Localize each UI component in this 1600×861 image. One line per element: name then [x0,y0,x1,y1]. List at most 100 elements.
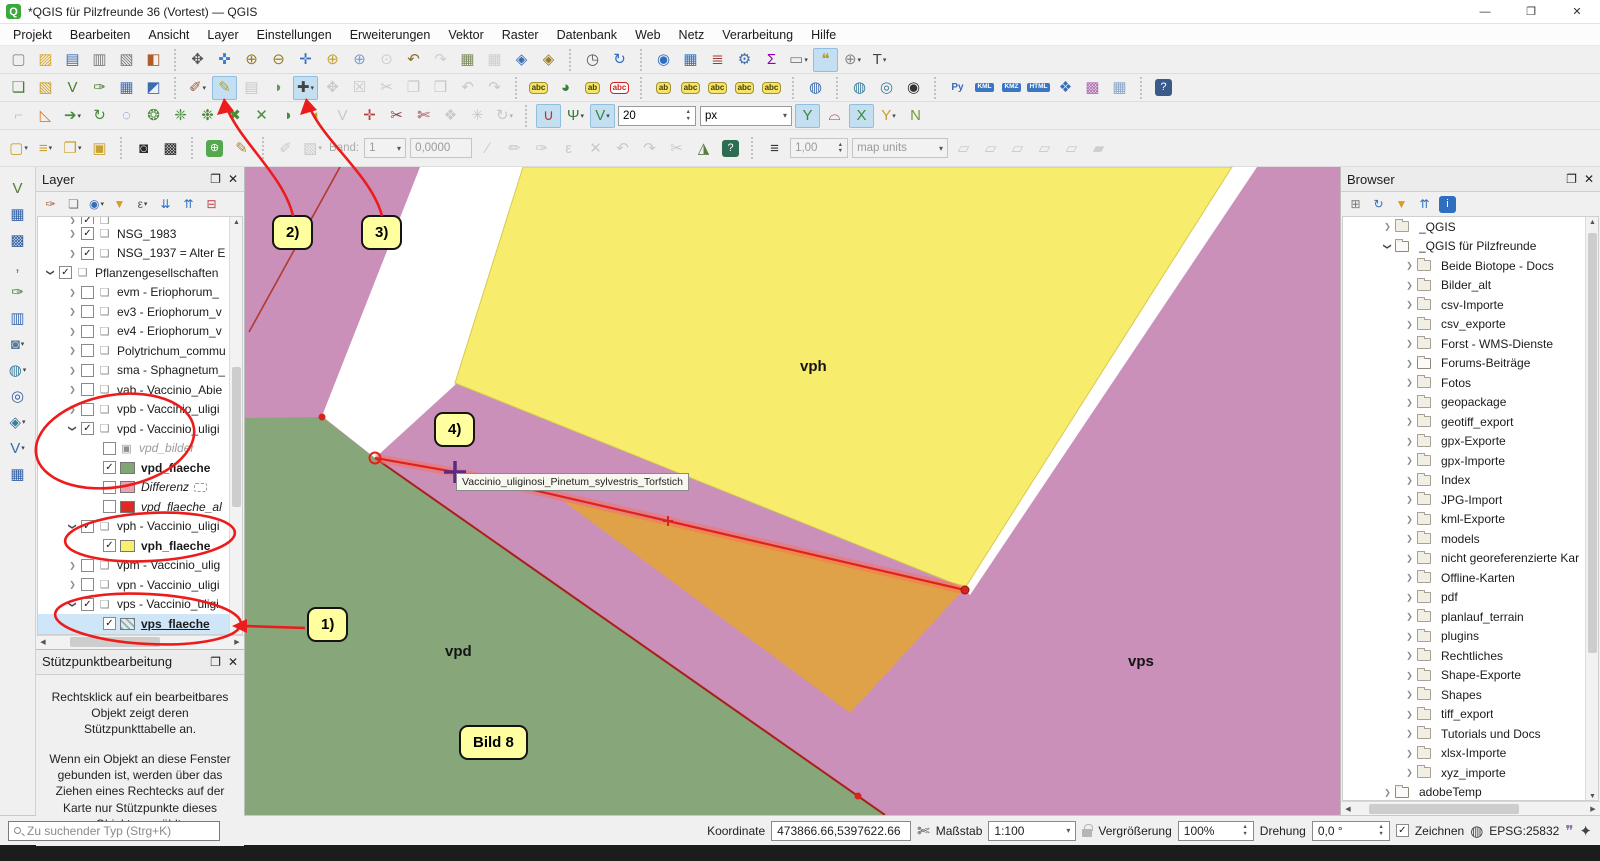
lock-scale-icon[interactable] [1082,829,1092,837]
processing-toolbox-button[interactable]: ⚙ [732,48,757,72]
terrain-profile-button[interactable]: ◮ [691,136,716,160]
layer-visibility-checkbox[interactable] [81,344,94,357]
zoom-last-button[interactable]: ↶ [401,48,426,72]
browser-tree-row[interactable]: ❯plugins [1343,627,1598,647]
color-grid-plugin-button[interactable]: ▩ [1080,76,1105,100]
current-edits-button[interactable]: ✐▾ [185,76,210,100]
browser-tree-row[interactable]: ❯xyz_importe [1343,763,1598,783]
layer-visibility-checkbox[interactable]: ✓ [103,461,116,474]
snap-tolerance[interactable]: 20▲▼ [618,106,696,126]
expander-icon[interactable]: ❯ [66,249,79,258]
layer-visibility-checkbox[interactable]: ✓ [81,520,94,533]
new-print-layout-button[interactable]: ▥ [87,48,112,72]
select-by-location-button[interactable]: ▣ [87,136,112,160]
new-mesh-layer-button[interactable]: ▦ [114,76,139,100]
browser-tree-row[interactable]: ❯geopackage [1343,393,1598,413]
browser-tree-row[interactable]: ❯Fotos [1343,373,1598,393]
render-checkbox[interactable]: ✓ [1396,824,1409,837]
attribute-grid-plugin-button[interactable]: ▦ [1107,76,1132,100]
expander-icon[interactable]: ❯ [1403,476,1416,485]
search-catalog-button[interactable]: ◎ [874,76,899,100]
pan-to-selection-button[interactable]: ✜ [212,48,237,72]
layer-visibility-checkbox[interactable]: ✓ [81,598,94,611]
menu-netz[interactable]: Netz [670,26,714,44]
expander-icon[interactable]: ❯ [1403,612,1416,621]
export-kmz-button[interactable]: KMZ [999,76,1024,100]
menu-hilfe[interactable]: Hilfe [802,26,845,44]
expander-icon[interactable]: ❯ [66,405,79,414]
menu-bearbeiten[interactable]: Bearbeiten [61,26,139,44]
browser-tree-row[interactable]: ❯nicht georeferenzierte Kar [1343,549,1598,569]
expander-icon[interactable]: ❯ [1403,768,1416,777]
close-panel-icon[interactable]: ✕ [228,172,238,186]
menu-layer[interactable]: Layer [198,26,247,44]
layer-tree-vscrollbar[interactable]: ▲ [229,217,242,634]
layer-visibility-checkbox[interactable] [103,500,116,513]
expander-icon[interactable]: ❯ [1403,690,1416,699]
expander-icon[interactable]: ❯ [66,580,79,589]
refresh-map-button[interactable]: ↻ [607,48,632,72]
properties-info-button[interactable]: i [1437,194,1458,214]
add-part-button[interactable]: ❈ [168,104,193,128]
layer-tree-row[interactable]: ❯❏vpn - Vaccinio_uligi [38,575,242,595]
collapse-all-button[interactable]: ⇈ [178,194,199,214]
remove-layer-button[interactable]: ⊟ [201,194,222,214]
text-annotation-button[interactable]: T▾ [867,48,892,72]
add-delimited-text-layer-button[interactable]: , [5,254,30,278]
field-calculator-button[interactable]: ≣ [705,48,730,72]
scroll-left-icon[interactable]: ◀ [36,638,50,646]
add-virtual-layer-button[interactable]: V▾ [5,436,30,460]
browser-tree-row[interactable]: ❯pdf [1343,588,1598,608]
expander-icon[interactable]: ❯ [66,217,79,224]
expander-icon[interactable]: ❯ [1403,300,1416,309]
add-ring-button[interactable]: ❂ [141,104,166,128]
layer-tree-row[interactable]: ❯❏vpb - Vaccinio_uligi [38,400,242,420]
globe-crs-icon[interactable]: ◍ [1470,822,1483,840]
float-panel-icon[interactable]: ❐ [1566,172,1577,186]
expander-icon[interactable]: ❯ [1403,573,1416,582]
menu-vektor[interactable]: Vektor [439,26,492,44]
layer-tree-row[interactable]: ❯❏vab - Vaccinio_Abie [38,380,242,400]
extents-toggle-icon[interactable]: ✄ [917,822,930,840]
delete-part-button[interactable]: ✕ [249,104,274,128]
show-hide-labels-button[interactable]: abc [678,76,703,100]
add-mesh-layer-button[interactable]: ▩ [5,228,30,252]
layer-tree-row[interactable]: ❯✓❏vpd - Vaccinio_uligi [38,419,242,439]
layer-tree-hscrollbar[interactable]: ◀ ▶ [36,635,244,649]
expander-icon[interactable]: ❯ [1383,240,1392,253]
browser-tree-row[interactable]: ❯xlsx-Importe [1343,744,1598,764]
add-spatialite-layer-button[interactable]: ✑ [5,280,30,304]
select-features-by-value-button[interactable]: ≡▾ [33,136,58,160]
vertex-tool-button[interactable]: ✚▾ [293,76,318,100]
map-tips-button[interactable]: ❝ [813,48,838,72]
expander-icon[interactable]: ❯ [66,288,79,297]
split-parts-button[interactable]: ✂ [384,104,409,128]
scroll-down-icon[interactable]: ▼ [1586,791,1599,800]
help-button[interactable]: ? [1151,76,1176,100]
expander-icon[interactable]: ❯ [66,561,79,570]
select-features-button[interactable]: ▢▾ [6,136,31,160]
browser-tree-row[interactable]: ❯Rechtliches [1343,646,1598,666]
export-kml-button[interactable]: KML [972,76,997,100]
expand-all-button[interactable]: ⇊ [155,194,176,214]
layer-tree-row[interactable]: ✓vph_flaeche [38,536,242,556]
open-attribute-table-button[interactable]: ▦ [678,48,703,72]
filter-by-expression-button[interactable]: ε▾ [132,194,153,214]
add-delimited-table-button[interactable]: ▦ [5,462,30,486]
layer-tree-row[interactable]: ❯❏vpm - Vaccinio_ulig [38,556,242,576]
layer-visibility-checkbox[interactable] [81,559,94,572]
add-wcs-layer-button[interactable]: ◎ [5,384,30,408]
browser-tree-row[interactable]: ❯geotiff_export [1343,412,1598,432]
expander-icon[interactable]: ❯ [1403,261,1416,270]
layer-tree-row[interactable]: ❯✓❏NSG_1937 = Alter E [38,244,242,264]
layer-visibility-checkbox[interactable]: ✓ [81,247,94,260]
fill-ring-button[interactable]: ❉ [195,104,220,128]
expander-icon[interactable]: ❯ [1403,456,1416,465]
tile-plugin-button[interactable]: ❖ [1053,76,1078,100]
offset-curve-button[interactable]: ◖ [303,104,328,128]
expander-icon[interactable]: ❯ [68,598,77,611]
browser-tree-row[interactable]: ❯planlauf_terrain [1343,607,1598,627]
python-console-button[interactable]: Py [945,76,970,100]
layer-tree-row[interactable]: ❯✓❏vph - Vaccinio_uligi [38,517,242,537]
add-favorite-layer-button[interactable]: ▧ [33,76,58,100]
